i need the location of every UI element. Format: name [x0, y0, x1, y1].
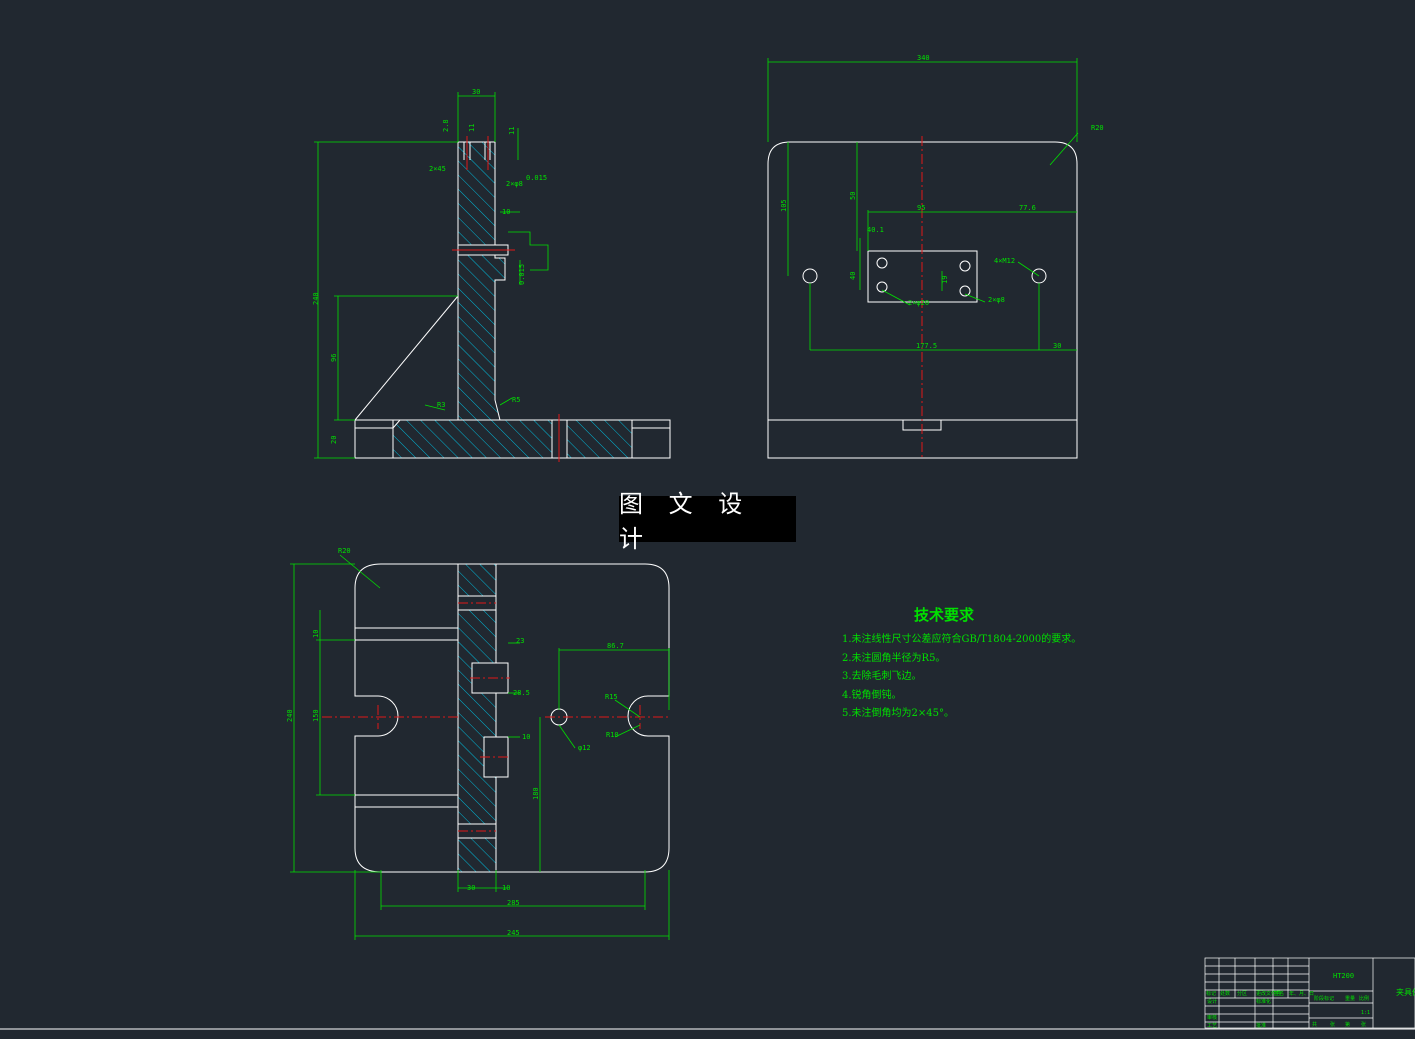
dim-top-9: R10 — [606, 731, 619, 739]
dim-top-0: R20 — [338, 547, 351, 555]
title-material: HT200 — [1333, 972, 1354, 980]
dim-top-14: 285 — [507, 899, 520, 907]
dim-front-2: 105 — [780, 199, 788, 212]
dim-front-6: 40.1 — [867, 226, 884, 234]
dim-top-15: 245 — [507, 929, 520, 937]
dim-side-13: 0.015 — [518, 264, 526, 285]
dim-side-5: 2×φ8 — [506, 180, 523, 188]
dim-top-1: 10 — [312, 630, 320, 638]
dim-front-5: 77.6 — [1019, 204, 1036, 212]
dim-front-13: 30 — [1053, 342, 1061, 350]
dim-side-12: 20 — [330, 436, 338, 444]
dim-side-10: R3 — [437, 401, 445, 409]
tb-label-5: 年、月、日 — [1289, 990, 1314, 997]
tech-requirement-item: 5.未注倒角均为2×45°。 — [842, 708, 955, 719]
dim-top-11: 180 — [532, 787, 540, 800]
dim-top-2: 150 — [312, 709, 320, 722]
title-scale: 1:1 — [1361, 1010, 1370, 1016]
top-view-dim-text: R20 10 150 240 23 86.7 R15 28.5 10 R10 φ… — [286, 547, 624, 937]
title-drawing-name: 夹具体 — [1396, 987, 1415, 997]
dim-side-0: 30 — [472, 88, 480, 96]
tech-requirements-list: 1.未注线性尺寸公差应符合GB/T1804-2000的要求。 2.未注圆角半径为… — [842, 631, 1102, 724]
tb-label-14: 共 — [1312, 1021, 1317, 1028]
tech-requirements-title: 技术要求 — [914, 606, 975, 624]
title-block-text: HT200 夹具体 1:1 标记 处数 分区 更改文件号 签名 年、月、日 设计… — [1206, 972, 1415, 1029]
tb-label-13: 比例 — [1359, 995, 1369, 1002]
tb-label-8: 审核 — [1207, 1014, 1217, 1021]
tb-label-9: 工艺 — [1207, 1023, 1217, 1029]
dim-top-5: 86.7 — [607, 642, 624, 650]
dim-top-8: 10 — [522, 733, 530, 741]
tb-label-0: 标记 — [1206, 990, 1216, 997]
dim-front-10: 2×φ20 — [908, 299, 929, 307]
dim-top-7: 28.5 — [513, 689, 530, 697]
dim-front-11: 2×φ8 — [988, 296, 1005, 304]
tech-requirement-item: 2.未注圆角半径为R5。 — [842, 652, 946, 664]
dim-front-3: 50 — [849, 192, 857, 200]
tb-label-2: 分区 — [1237, 990, 1247, 997]
dim-front-9: 4×M12 — [994, 257, 1015, 265]
tb-label-11: 阶段标记 — [1314, 995, 1334, 1002]
dim-front-0: 340 — [917, 54, 930, 62]
tb-label-15: 张 — [1330, 1021, 1335, 1028]
dim-front-1: R20 — [1091, 124, 1104, 132]
dim-side-6: 0.015 — [526, 174, 547, 182]
dim-top-12: 10 — [502, 884, 510, 892]
tb-label-1: 处数 — [1220, 990, 1230, 997]
tech-requirement-item: 3.去除毛刺飞边。 — [842, 671, 922, 682]
tb-label-12: 重量 — [1345, 995, 1355, 1002]
tb-label-16: 第 — [1345, 1021, 1350, 1028]
dim-side-11: R5 — [512, 396, 520, 404]
watermark: 图 文 设 计 — [619, 490, 796, 553]
dim-front-8: 19 — [941, 276, 949, 284]
technical-requirements: 技术要求 1.未注线性尺寸公差应符合GB/T1804-2000的要求。 2.未注… — [842, 604, 1102, 724]
dim-side-7: 10 — [502, 208, 510, 216]
dim-side-4: 2×45 — [429, 165, 446, 173]
tb-label-10: 批准 — [1256, 1022, 1266, 1029]
front-view-dim-text: 340 R20 105 50 95 77.6 40.1 40 19 4×M12 … — [780, 54, 1104, 350]
dim-top-10: φ12 — [578, 744, 591, 752]
side-view-dim-text: 30 2.8 11 11 2×45 2×φ8 0.015 10 240 96 R… — [312, 88, 547, 444]
dim-front-7: 40 — [849, 272, 857, 280]
dim-top-13: 30 — [467, 884, 475, 892]
dim-front-12: 177.5 — [916, 342, 937, 350]
dim-side-8: 240 — [312, 292, 320, 305]
tb-label-17: 张 — [1361, 1021, 1366, 1028]
dim-top-6: R15 — [605, 693, 618, 701]
dim-top-3: 240 — [286, 709, 294, 722]
dim-front-4: 95 — [917, 204, 925, 212]
dim-side-3: 11 — [508, 127, 516, 135]
side-view — [354, 141, 671, 459]
top-view — [354, 563, 670, 873]
dim-side-1: 2.8 — [442, 119, 450, 132]
tb-label-6: 设计 — [1207, 998, 1217, 1005]
dim-top-4: 23 — [516, 637, 524, 645]
dim-side-2: 11 — [468, 124, 476, 132]
tech-requirement-item: 4.锐角倒钝。 — [842, 689, 902, 701]
tb-label-4: 签名 — [1274, 990, 1284, 997]
dim-side-9: 96 — [330, 354, 338, 362]
tb-label-7: 标准化 — [1256, 998, 1271, 1005]
tech-requirement-item: 1.未注线性尺寸公差应符合GB/T1804-2000的要求。 — [842, 634, 1082, 645]
